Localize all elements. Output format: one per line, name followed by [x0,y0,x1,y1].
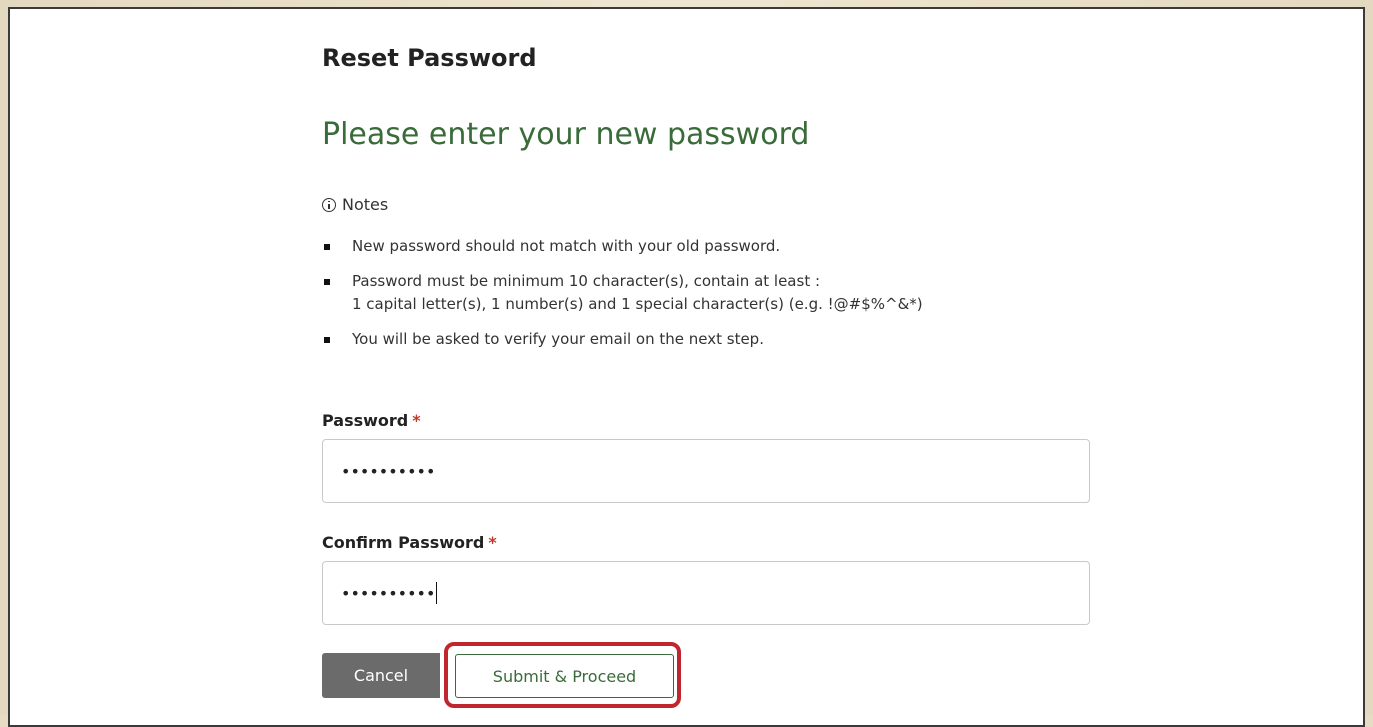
password-label-text: Password [322,411,409,430]
list-item: Password must be minimum 10 character(s)… [322,270,923,316]
password-field[interactable]: •••••••••• [322,439,1090,503]
list-item: New password should not match with your … [322,235,923,258]
reset-password-panel: Reset Password Please enter your new pas… [8,7,1365,727]
note-text: New password should not match with your … [352,237,781,255]
password-label: Password * [322,411,421,430]
cancel-button[interactable]: Cancel [322,653,440,698]
note-text: You will be asked to verify your email o… [352,330,764,348]
notes-heading-label: Notes [342,195,389,214]
page-subtitle: Please enter your new password [322,117,810,152]
required-marker: * [412,411,421,430]
confirm-password-field[interactable]: •••••••••• [322,561,1090,625]
bullet-icon [324,279,330,285]
confirm-password-value: •••••••••• [341,583,436,603]
bullet-icon [324,244,330,250]
required-marker: * [488,533,497,552]
password-value: •••••••••• [341,461,436,481]
note-text: Password must be minimum 10 character(s)… [352,272,821,290]
notes-heading: Notes [322,195,388,214]
confirm-password-label: Confirm Password * [322,533,497,552]
page-title: Reset Password [322,44,537,72]
list-item: You will be asked to verify your email o… [322,328,923,351]
bullet-icon [324,337,330,343]
submit-proceed-button[interactable]: Submit & Proceed [455,654,674,698]
confirm-password-label-text: Confirm Password [322,533,485,552]
notes-list: New password should not match with your … [322,235,923,363]
note-text-continued: 1 capital letter(s), 1 number(s) and 1 s… [352,295,923,313]
info-icon [322,197,336,212]
text-caret [436,582,438,604]
